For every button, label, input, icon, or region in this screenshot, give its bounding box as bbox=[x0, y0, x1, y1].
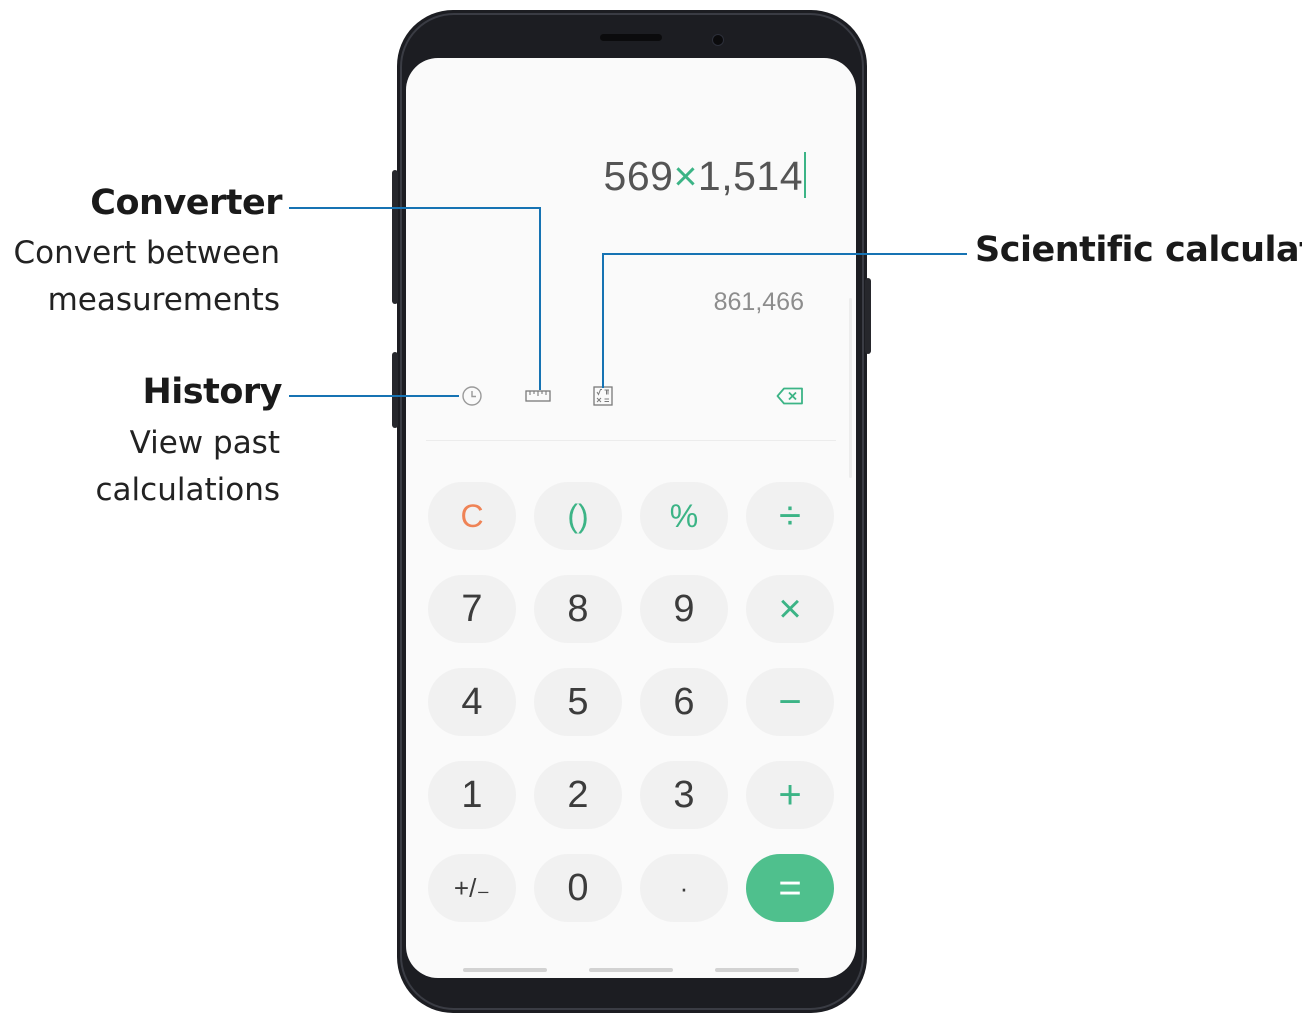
digit-1-button[interactable]: 1 bbox=[428, 761, 516, 829]
parentheses-button[interactable]: () bbox=[534, 482, 622, 550]
front-camera bbox=[712, 34, 724, 46]
digit-8-button[interactable]: 8 bbox=[534, 575, 622, 643]
converter-description-line-1: Convert between bbox=[13, 235, 280, 271]
history-callout-line bbox=[289, 395, 459, 397]
digit-3-button[interactable]: 3 bbox=[640, 761, 728, 829]
clock-icon[interactable] bbox=[458, 385, 486, 407]
clear-button[interactable]: C bbox=[428, 482, 516, 550]
percent-button[interactable]: % bbox=[640, 482, 728, 550]
scientific-callout-line-vertical bbox=[602, 253, 604, 388]
digit-6-button[interactable]: 6 bbox=[640, 668, 728, 736]
digit-9-button[interactable]: 9 bbox=[640, 575, 728, 643]
plus-minus-button[interactable]: +/₋ bbox=[428, 854, 516, 922]
expression-operand-2: 1,514 bbox=[697, 153, 803, 199]
scientific-callout-title: Scientific calculator bbox=[975, 230, 1302, 270]
history-description-line-1: View past bbox=[129, 425, 280, 461]
nav-bar-home[interactable] bbox=[589, 968, 673, 972]
digit-4-button[interactable]: 4 bbox=[428, 668, 516, 736]
converter-callout-line bbox=[289, 207, 541, 209]
history-callout-description: View past calculations bbox=[96, 420, 281, 514]
converter-description-line-2: measurements bbox=[47, 282, 280, 318]
digit-5-button[interactable]: 5 bbox=[534, 668, 622, 736]
calculator-screen: 569×1,514 861,466 C () % ÷ 7 8 9 × 4 5 6… bbox=[406, 58, 856, 978]
expression-operand-1: 569 bbox=[603, 153, 674, 199]
history-callout-title: History bbox=[142, 372, 283, 412]
volume-button bbox=[392, 170, 398, 304]
divide-button[interactable]: ÷ bbox=[746, 482, 834, 550]
backspace-icon[interactable] bbox=[775, 386, 805, 406]
converter-callout-description: Convert between measurements bbox=[14, 230, 280, 324]
converter-callout-title: Converter bbox=[90, 183, 282, 223]
digit-2-button[interactable]: 2 bbox=[534, 761, 622, 829]
decimal-button[interactable]: · bbox=[640, 854, 728, 922]
equals-button[interactable]: = bbox=[746, 854, 834, 922]
phone-frame: 569×1,514 861,466 C () % ÷ 7 8 9 × 4 5 6… bbox=[397, 10, 867, 1013]
nav-bar-recents[interactable] bbox=[463, 968, 547, 972]
scrollbar[interactable] bbox=[849, 298, 852, 478]
add-button[interactable]: + bbox=[746, 761, 834, 829]
expression-display[interactable]: 569×1,514 bbox=[604, 152, 806, 200]
expression-operator: × bbox=[673, 153, 698, 199]
power-button bbox=[865, 278, 871, 354]
scientific-calculator-icon[interactable] bbox=[592, 385, 614, 407]
subtract-button[interactable]: − bbox=[746, 668, 834, 736]
history-description-line-2: calculations bbox=[95, 472, 281, 508]
ruler-icon[interactable] bbox=[523, 388, 553, 404]
result-preview: 861,466 bbox=[713, 288, 804, 316]
display-divider bbox=[426, 440, 836, 441]
scientific-callout-line bbox=[602, 253, 967, 255]
digit-7-button[interactable]: 7 bbox=[428, 575, 516, 643]
text-cursor bbox=[804, 152, 806, 198]
converter-callout-line-vertical bbox=[539, 207, 541, 390]
digit-0-button[interactable]: 0 bbox=[534, 854, 622, 922]
multiply-button[interactable]: × bbox=[746, 575, 834, 643]
bixby-button bbox=[392, 352, 398, 428]
nav-bar-back[interactable] bbox=[715, 968, 799, 972]
earpiece-speaker bbox=[600, 34, 662, 41]
